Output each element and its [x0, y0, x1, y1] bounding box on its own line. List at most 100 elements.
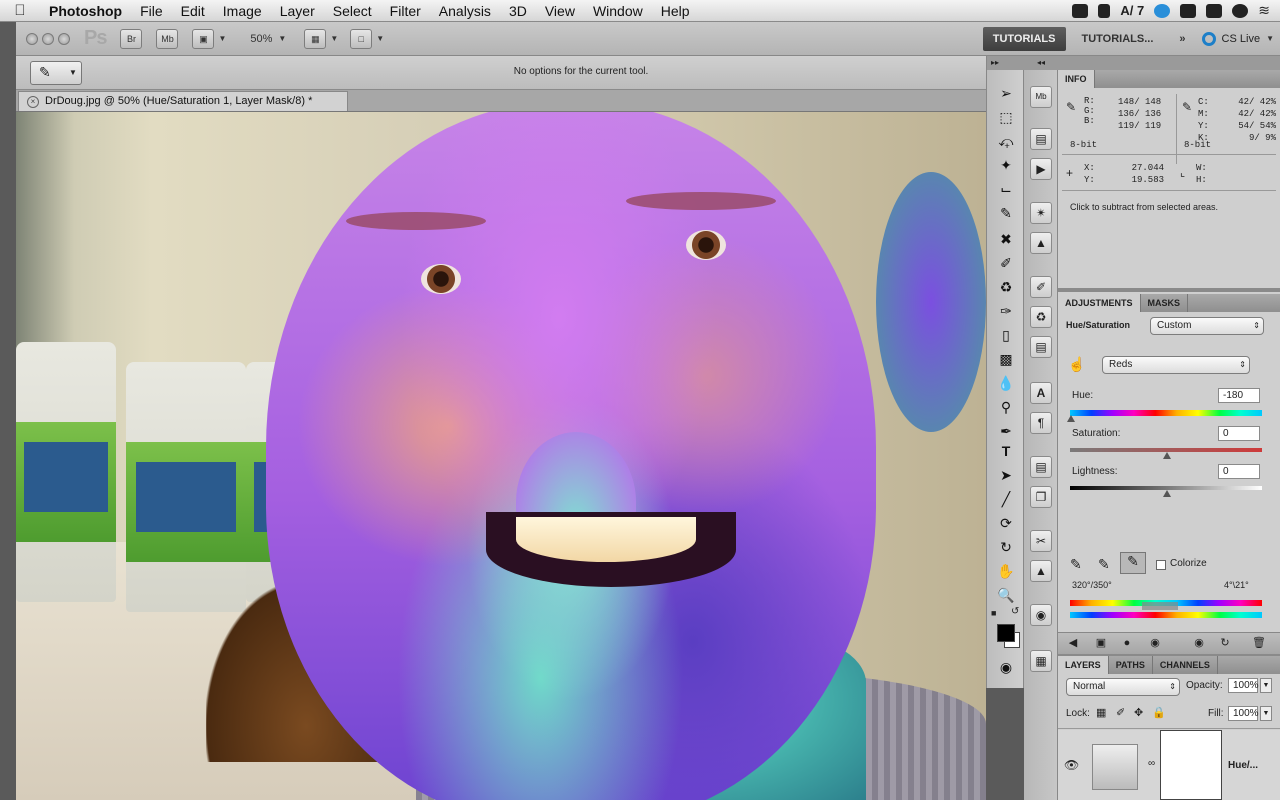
workspace-overflow-button[interactable]: » [1169, 27, 1195, 51]
evernote-status-icon[interactable] [1206, 3, 1223, 18]
tab-adjustments[interactable]: ADJUSTMENTS [1058, 294, 1141, 312]
menu-analysis[interactable]: Analysis [430, 0, 500, 22]
brush-tool-icon[interactable]: ✐ [995, 252, 1017, 274]
camera-status-icon[interactable] [1072, 3, 1089, 18]
lightness-slider-thumb[interactable] [1163, 490, 1171, 497]
cs-live-icon[interactable] [1201, 31, 1216, 46]
preset-dropdown[interactable]: Custom ⇕ [1150, 317, 1264, 335]
cs-live-button[interactable]: CS Live [1222, 33, 1261, 45]
wifi-icon[interactable]: ≋ [1258, 2, 1270, 19]
swap-colors-icon[interactable]: ↺ [1011, 606, 1019, 617]
line-tool-icon[interactable]: ╱ [995, 488, 1017, 510]
display-status-icon[interactable] [1180, 3, 1197, 18]
menu-help[interactable]: Help [652, 0, 699, 22]
menu-select[interactable]: Select [324, 0, 381, 22]
spot-healing-tool-icon[interactable]: ✖ [995, 228, 1017, 250]
default-colors-icon[interactable]: ■ [991, 608, 996, 618]
strip-collapse-icon[interactable]: ◂◂ [1024, 56, 1058, 70]
arrange-documents-button[interactable]: ▦ [304, 28, 327, 49]
lock-pixels-icon[interactable]: ✐ [1116, 706, 1125, 719]
swatches-panel-icon[interactable]: ◉ [1030, 604, 1052, 626]
dock-header[interactable] [1058, 56, 1280, 70]
clip-to-layer-icon[interactable]: ● [1120, 636, 1134, 650]
tools-panel-header[interactable]: ▸▸ [987, 56, 1025, 70]
workspace-tutorials-menu[interactable]: TUTORIALS... [1072, 27, 1164, 51]
reset-icon[interactable]: ↻ [1218, 636, 1232, 650]
sync-status-icon[interactable] [1154, 3, 1171, 18]
tab-channels[interactable]: CHANNELS [1153, 656, 1218, 674]
menu-window[interactable]: Window [584, 0, 652, 22]
layer-mask-link-icon[interactable]: ∞ [1148, 758, 1155, 769]
tab-paths[interactable]: PATHS [1109, 656, 1153, 674]
eyedropper-minus-icon[interactable]: ✎ [1120, 552, 1146, 574]
zoom-tool-icon[interactable]: 🔍 [995, 584, 1017, 606]
menu-view[interactable]: View [536, 0, 584, 22]
adobe-status-badge[interactable]: A/ 7 [1120, 3, 1144, 18]
3d-panel-icon[interactable]: ✂ [1030, 530, 1052, 552]
panel-divider[interactable] [1058, 288, 1280, 292]
crop-tool-icon[interactable]: ⌙ [995, 178, 1017, 200]
lightness-input[interactable]: 0 [1218, 464, 1260, 479]
k-status-icon[interactable] [1098, 3, 1111, 18]
move-tool-icon[interactable]: ➢ [995, 82, 1017, 104]
navigator-panel-icon[interactable]: ✴ [1030, 202, 1052, 224]
foreground-color-swatch[interactable] [997, 624, 1015, 642]
back-arrow-icon[interactable]: ◀ [1066, 636, 1080, 650]
hand-tool-icon[interactable]: ✋ [995, 560, 1017, 582]
lock-position-icon[interactable]: ✥ [1134, 706, 1143, 719]
quick-mask-icon[interactable]: ◉ [995, 656, 1017, 678]
chevron-down-icon[interactable]: ▼ [218, 34, 226, 43]
quick-select-tool-icon[interactable]: ✦ [995, 154, 1017, 176]
chevron-down-icon[interactable]: ▼ [376, 34, 384, 43]
marquee-tool-icon[interactable]: ⬚ [995, 106, 1017, 128]
tab-info[interactable]: INFO [1058, 70, 1095, 88]
styles-panel-icon[interactable]: ▦ [1030, 650, 1052, 672]
view-extras-button[interactable]: ▣ [192, 28, 215, 49]
pen-tool-icon[interactable]: ✒ [995, 420, 1017, 442]
mini-bridge-panel-icon[interactable]: Mb [1030, 86, 1052, 108]
clone-source-panel-icon[interactable]: ♻ [1030, 306, 1052, 328]
blend-mode-dropdown[interactable]: Normal ⇕ [1066, 678, 1180, 696]
eyedropper-tool-icon[interactable]: ✎ [995, 202, 1017, 224]
close-document-icon[interactable]: × [27, 96, 39, 108]
actions-panel-icon[interactable]: ▶ [1030, 158, 1052, 180]
hue-input[interactable]: -180 [1218, 388, 1260, 403]
channel-dropdown[interactable]: Reds ⇕ [1102, 356, 1250, 374]
dodge-tool-icon[interactable]: ⚲ [995, 396, 1017, 418]
chevron-down-icon[interactable]: ▼ [1260, 678, 1272, 693]
menu-layer[interactable]: Layer [271, 0, 324, 22]
eyedropper-icon[interactable]: ✎ [1070, 556, 1082, 573]
type-tool-icon[interactable]: T [995, 440, 1017, 462]
minimize-window-button[interactable] [42, 32, 54, 45]
3d-orbit-tool-icon[interactable]: ↻ [995, 536, 1017, 558]
menu-photoshop[interactable]: Photoshop [40, 0, 131, 22]
history-panel-icon[interactable]: ▤ [1030, 128, 1052, 150]
chevron-down-icon[interactable]: ▼ [1266, 34, 1274, 43]
hue-slider-thumb[interactable] [1067, 415, 1075, 422]
view-previous-icon[interactable]: ◉ [1192, 636, 1206, 650]
history-brush-tool-icon[interactable]: ✑ [995, 300, 1017, 322]
document-canvas[interactable] [16, 112, 986, 800]
launch-bridge-button[interactable]: Br [120, 28, 143, 49]
menu-image[interactable]: Image [214, 0, 271, 22]
layer-name[interactable]: Hue/... [1228, 760, 1258, 771]
range-selector[interactable] [1142, 602, 1178, 610]
zoom-level-dropdown[interactable]: 50% ▼ [250, 33, 286, 45]
paragraph-panel-icon[interactable]: ¶ [1030, 412, 1052, 434]
fill-input[interactable]: 100% [1228, 706, 1259, 721]
screen-mode-button[interactable]: □ [350, 28, 373, 49]
layer-mask-thumbnail[interactable] [1160, 730, 1222, 800]
opacity-input[interactable]: 100% [1228, 678, 1259, 693]
delete-icon[interactable]: 🗑 [1252, 636, 1266, 650]
eyedropper-plus-icon[interactable]: ✎ [1098, 556, 1110, 573]
blur-tool-icon[interactable]: 💧 [995, 372, 1017, 394]
apple-menu-icon[interactable]:  [0, 2, 40, 19]
animation-panel-icon[interactable]: ▲ [1030, 560, 1052, 582]
tab-layers[interactable]: LAYERS [1058, 656, 1109, 674]
menu-edit[interactable]: Edit [172, 0, 214, 22]
notes-panel-icon[interactable]: ▤ [1030, 456, 1052, 478]
lock-transparent-icon[interactable]: ▦ [1096, 706, 1106, 719]
brush-presets-panel-icon[interactable]: ✐ [1030, 276, 1052, 298]
launch-mini-bridge-button[interactable]: Mb [156, 28, 179, 49]
saturation-slider-thumb[interactable] [1163, 452, 1171, 459]
